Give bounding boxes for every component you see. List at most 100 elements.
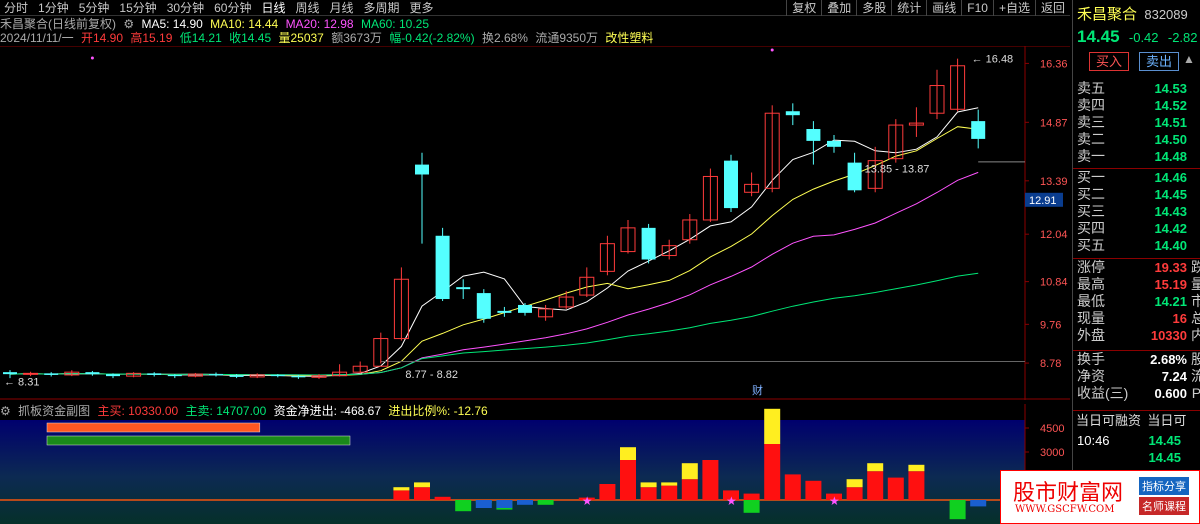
candle-body xyxy=(435,235,450,300)
candle-body xyxy=(291,376,306,378)
kline-chart[interactable]: 16.36 14.87 13.39 12.04 10.84 9.76 8.78 12.91 ←… xyxy=(0,46,1070,400)
stat-row-0-label: 涨停 xyxy=(1077,259,1105,275)
signal-star: ★ xyxy=(582,494,593,508)
action-tabs: 复权 叠加 多股 统计 画线 F10 +自选 返回 xyxy=(786,0,1070,16)
margin-label: 当日可融资 xyxy=(1076,413,1142,428)
ask-row-4-label: 卖一 xyxy=(1077,148,1105,164)
inflow-bar xyxy=(764,444,781,500)
tick-price: 14.45 xyxy=(1148,450,1181,465)
period-tab-2[interactable]: 5分钟 xyxy=(79,1,110,15)
sell-button[interactable]: 卖出 xyxy=(1139,52,1179,71)
amount-label: 额3673万 xyxy=(331,31,382,45)
ask-row-2: 卖三 14.51 xyxy=(1073,114,1200,131)
watermark-title: 股市财富网 xyxy=(1013,481,1124,506)
bid-row-4-label: 买五 xyxy=(1077,237,1105,253)
inflow-bar-top xyxy=(867,463,884,472)
action-tab-3[interactable]: 统计 xyxy=(891,0,926,16)
period-tab-4[interactable]: 30分钟 xyxy=(167,1,204,15)
stat-row-4: 外盘 10330 内 xyxy=(1073,327,1200,344)
current-price: 14.45 xyxy=(1077,27,1120,46)
stat2-row-0-label: 换手 xyxy=(1077,351,1105,367)
candle-body xyxy=(497,310,512,313)
candle-body xyxy=(785,111,800,116)
candle-body xyxy=(167,374,182,377)
stat-row-3: 现量 16 总 xyxy=(1073,310,1200,327)
current-price-tag-label: 12.91 xyxy=(1029,195,1057,207)
turnover-label: 换2.68% xyxy=(481,31,528,45)
period-tab-3[interactable]: 15分钟 xyxy=(119,1,156,15)
ask-row-1-label: 卖四 xyxy=(1077,97,1105,113)
ma20-line xyxy=(9,171,979,376)
period-tab-8[interactable]: 月线 xyxy=(330,1,354,15)
candle-body xyxy=(456,287,471,290)
high-label: 高15.19 xyxy=(130,31,173,45)
ratio-label: 进出比例%: -12.76 xyxy=(388,404,488,418)
stat-row-1-extra: 量 xyxy=(1191,276,1200,293)
price-tick-label: 9.76 xyxy=(1040,319,1061,331)
action-tab-4[interactable]: 画线 xyxy=(926,0,961,16)
action-tab-7[interactable]: 返回 xyxy=(1034,0,1070,16)
inflow-bar xyxy=(887,477,904,500)
ma10-line xyxy=(9,126,979,376)
candle-body xyxy=(847,162,862,191)
price-tick-label: 8.78 xyxy=(1040,358,1061,370)
net-flow-label: 资金净进出: -468.67 xyxy=(273,404,381,418)
outflow-bar xyxy=(949,500,966,520)
stat-row-0: 涨停 19.33 跌 xyxy=(1073,259,1200,276)
action-tab-6[interactable]: +自选 xyxy=(992,0,1035,16)
action-tab-0[interactable]: 复权 xyxy=(786,0,821,16)
period-tab-6[interactable]: 日线 xyxy=(261,1,285,15)
outflow-bar-blue xyxy=(475,500,492,508)
low-range-annotation: 8.77 - 8.82 xyxy=(405,369,458,381)
stock-code: 832089 xyxy=(1144,7,1188,22)
action-tab-1[interactable]: 叠加 xyxy=(821,0,856,16)
tick-row: 14.45 xyxy=(1073,449,1200,466)
watermark-tag-share: 指标分享 xyxy=(1139,477,1189,495)
sub-settings-icon[interactable]: ⚙ xyxy=(0,404,11,418)
settings-icon[interactable]: ⚙ xyxy=(123,17,134,31)
ma20-value: MA20: 12.98 xyxy=(285,17,354,31)
ma5-value: MA5: 14.90 xyxy=(141,17,203,31)
action-tab-2[interactable]: 多股 xyxy=(856,0,891,16)
stat2-row-1-value: 7.24 xyxy=(1161,369,1187,384)
ma10-value: MA10: 14.44 xyxy=(210,17,279,31)
inflow-bar xyxy=(908,471,925,500)
ask-row-1-value: 14.52 xyxy=(1154,98,1187,113)
signal-star: ★ xyxy=(726,494,737,508)
inflow-bar-top xyxy=(640,482,657,488)
candle-body xyxy=(85,372,100,375)
expand-icon[interactable]: ▲ xyxy=(1183,52,1195,66)
candle-body xyxy=(229,375,244,377)
stat2-row-0-value: 2.68% xyxy=(1150,352,1187,367)
buy-button[interactable]: 买入 xyxy=(1089,52,1129,71)
sub-title: 抓板资金副图 xyxy=(18,404,91,418)
candle-body xyxy=(476,293,491,319)
concept-label[interactable]: 改性塑料 xyxy=(605,31,653,45)
candle-body xyxy=(270,374,285,377)
change-label: 幅-0.42(-2.82%) xyxy=(389,31,475,45)
bid-row-2-label: 买三 xyxy=(1077,203,1105,219)
inflow-bar xyxy=(661,485,678,500)
sub-tick-label: 3000 xyxy=(1040,447,1064,459)
period-tab-1[interactable]: 1分钟 xyxy=(38,1,69,15)
action-tab-5[interactable]: F10 xyxy=(961,0,993,16)
stat-row-2-extra: 市 xyxy=(1191,293,1200,310)
period-tab-5[interactable]: 60分钟 xyxy=(214,1,251,15)
inflow-bar xyxy=(805,480,822,500)
period-tab-10[interactable]: 更多 xyxy=(410,1,434,15)
period-tab-0[interactable]: 分时 xyxy=(4,1,28,15)
inflow-bar-top xyxy=(414,482,430,488)
fund-flow-chart[interactable]: ★★★ 450030001500 xyxy=(0,404,1070,524)
tick-list: 10:46 14.45 14.45 xyxy=(1073,432,1200,466)
stat-row-1-value: 15.19 xyxy=(1154,277,1187,292)
ma5-line xyxy=(9,107,979,377)
period-tab-9[interactable]: 多周期 xyxy=(364,1,400,15)
price-tick-label: 14.87 xyxy=(1040,117,1068,129)
date-label: 2024/11/11/一 xyxy=(0,31,74,45)
price-change-pct: -2.82 xyxy=(1167,30,1198,45)
bid-row-1-label: 买二 xyxy=(1077,186,1105,202)
period-tab-7[interactable]: 周线 xyxy=(295,1,319,15)
outflow-bar xyxy=(537,500,554,505)
candle-body xyxy=(518,304,532,313)
volume-bar xyxy=(46,435,351,446)
